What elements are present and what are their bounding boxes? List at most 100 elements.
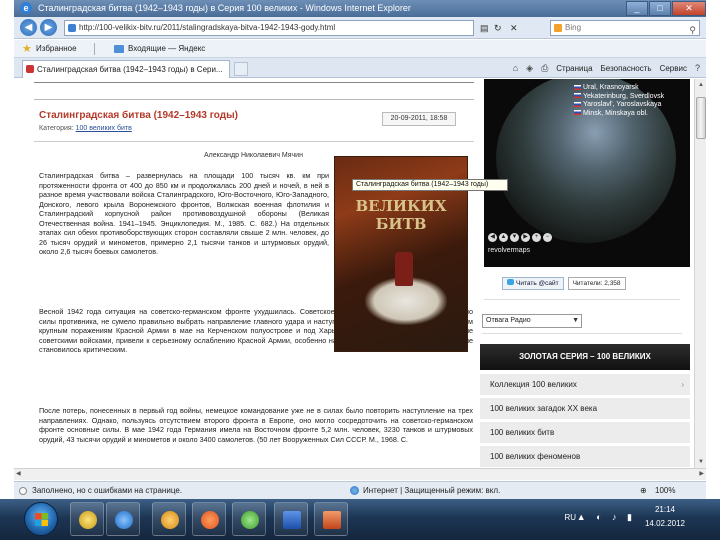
sidebar: Ural, Krasnoyarsk Yekaterinburg, Sverdlo… [480, 79, 702, 468]
tray-icons[interactable]: ▲ ◐ ♪ ▮ [577, 512, 636, 523]
scroll-right-icon[interactable]: ▶ [699, 470, 704, 477]
series-item-label: 100 великих феноменов [490, 452, 581, 461]
scroll-down-icon[interactable]: ▼ [696, 457, 706, 467]
twitter-follow-button[interactable]: Читать @сайт [502, 277, 564, 290]
scroll-left-icon[interactable]: ◀ [16, 470, 21, 477]
series-item[interactable]: 100 великих битв [480, 422, 690, 444]
article-paragraph: Сталинградская битва – развернулась на п… [39, 171, 329, 256]
favorites-bar: ★ Избранное Входящие — Яндекс [14, 40, 706, 58]
taskbar-app[interactable] [232, 502, 266, 536]
back-button[interactable]: ◀ [20, 19, 37, 36]
series-item[interactable]: 100 великих феноменов [480, 446, 690, 468]
horizontal-scrollbar[interactable]: ◀ ▶ [14, 468, 706, 480]
window-titlebar: e Сталинградская битва (1942–1943 годы) … [14, 0, 706, 17]
url-input[interactable]: http://100-velikix-bitv.ru/2011/stalingr… [64, 20, 474, 36]
taskbar-app[interactable] [314, 502, 348, 536]
chevron-down-icon: ▼ [572, 317, 579, 324]
menu-safety[interactable]: Безопасность [601, 64, 652, 73]
tab-bar: Сталинградская битва (1942–1943 годы) в … [14, 58, 706, 78]
series-header: ЗОЛОТАЯ СЕРИЯ – 100 ВЕЛИКИХ [480, 344, 690, 370]
twitter-icon [507, 279, 514, 285]
language-indicator[interactable]: RU [564, 513, 576, 522]
firefox-icon [201, 511, 219, 529]
minimize-button[interactable]: _ [626, 1, 648, 16]
menu-tools[interactable]: Сервис [660, 64, 687, 73]
favorites-star-icon[interactable]: ★ [22, 40, 32, 58]
taskbar-app[interactable] [192, 502, 226, 536]
series-item[interactable]: Коллекция 100 великих › [480, 374, 690, 396]
divider [482, 333, 682, 334]
ie-logo-icon: e [20, 2, 32, 14]
favorites-link[interactable]: Входящие — Яндекс [128, 40, 205, 58]
favorites-button[interactable]: Избранное [36, 40, 77, 58]
command-bar: ⌂ ◈ ⎙ Страница Безопасность Сервис ? [505, 58, 700, 78]
scroll-thumb[interactable] [696, 97, 706, 139]
vertical-scrollbar[interactable]: ▲ ▼ [694, 79, 706, 468]
zoom-icon[interactable]: ⊕ [640, 482, 647, 499]
radio-station-select[interactable]: Отвага Радио ▼ [482, 314, 582, 328]
image-tooltip: Сталинградская битва (1942–1943 годы) [352, 179, 508, 191]
globe-right-button[interactable]: ▶ [521, 233, 530, 242]
url-text: http://100-velikix-bitv.ru/2011/stalingr… [79, 23, 336, 32]
globe-brand[interactable]: revolvermaps [488, 247, 530, 254]
category-link[interactable]: 100 великих битв [76, 125, 132, 132]
tab-active[interactable]: Сталинградская битва (1942–1943 годы) в … [22, 60, 230, 78]
globe-up-button[interactable]: ▲ [499, 233, 508, 242]
taskbar-app[interactable] [70, 502, 104, 536]
help-icon[interactable]: ? [695, 63, 700, 73]
maximize-button[interactable]: □ [649, 1, 671, 16]
close-button[interactable]: ✕ [672, 1, 706, 16]
globe-zoom-out-button[interactable]: − [543, 233, 552, 242]
globe-down-button[interactable]: ▼ [510, 233, 519, 242]
rider-illustration [395, 252, 413, 286]
series-item[interactable]: 100 великих загадок XX века [480, 398, 690, 420]
article-category: Категория: 100 великих битв [39, 125, 132, 132]
home-icon[interactable]: ⌂ [513, 63, 518, 73]
clock-time[interactable]: 21:14 [640, 505, 690, 514]
series-item-label: 100 великих битв [490, 428, 555, 437]
twitter-label: Читать @сайт [516, 280, 559, 287]
visitor-locations: Ural, Krasnoyarsk Yekaterinburg, Sverdlo… [574, 84, 664, 118]
internet-zone-icon [350, 486, 359, 495]
menu-page[interactable]: Страница [556, 64, 592, 73]
search-placeholder: Bing [565, 23, 582, 32]
powerpoint-icon [323, 511, 341, 529]
chevron-right-icon: › [681, 380, 684, 389]
page-status-icon[interactable] [19, 487, 27, 495]
window-title: Сталинградская битва (1942–1943 годы) в … [38, 3, 411, 13]
window-controls: _ □ ✕ [625, 0, 706, 17]
taskbar-app[interactable] [152, 502, 186, 536]
taskbar-app[interactable] [274, 502, 308, 536]
word-icon [283, 511, 301, 529]
location-item: Minsk, Minskaya obl. [574, 110, 664, 119]
print-icon[interactable]: ⎙ [541, 63, 548, 74]
divider [34, 99, 474, 100]
search-input[interactable]: Bing ⚲ [550, 20, 700, 36]
stop-icon[interactable]: ✕ [510, 23, 518, 34]
zoom-level[interactable]: 100% [655, 482, 675, 499]
new-tab-button[interactable] [234, 62, 248, 76]
clock-date[interactable]: 14.02.2012 [640, 519, 690, 528]
security-zone[interactable]: Интернет | Защищенный режим: вкл. [363, 482, 500, 499]
location-label: Ural, Krasnoyarsk [583, 84, 639, 91]
feeds-icon[interactable]: ◈ [526, 63, 533, 74]
globe-left-button[interactable]: ◀ [488, 233, 497, 242]
mail-agent-icon [241, 511, 259, 529]
globe-zoom-in-button[interactable]: + [532, 233, 541, 242]
search-icon[interactable]: ⚲ [689, 23, 696, 37]
forward-button[interactable]: ▶ [40, 19, 57, 36]
windows-logo-icon [35, 513, 48, 526]
bing-icon [554, 24, 562, 32]
radio-selected: Отвага Радио [486, 317, 531, 324]
start-button[interactable] [24, 502, 58, 536]
refresh-icon[interactable]: ↻ [494, 23, 502, 34]
page-viewport: Сталинградская битва (1942–1943 годы) Ка… [14, 79, 706, 468]
media-player-icon [79, 511, 97, 529]
browser-window: e Сталинградская битва (1942–1943 годы) … [0, 0, 720, 540]
taskbar-app[interactable] [106, 502, 140, 536]
compat-view-icon[interactable]: ▤ [480, 23, 489, 34]
article-title[interactable]: Сталинградская битва (1942–1943 годы) [39, 110, 238, 121]
scroll-up-icon[interactable]: ▲ [696, 80, 706, 90]
location-item: Yaroslavl', Yaroslavskaya [574, 101, 664, 110]
visitor-globe-widget[interactable]: Ural, Krasnoyarsk Yekaterinburg, Sverdlo… [484, 79, 690, 267]
